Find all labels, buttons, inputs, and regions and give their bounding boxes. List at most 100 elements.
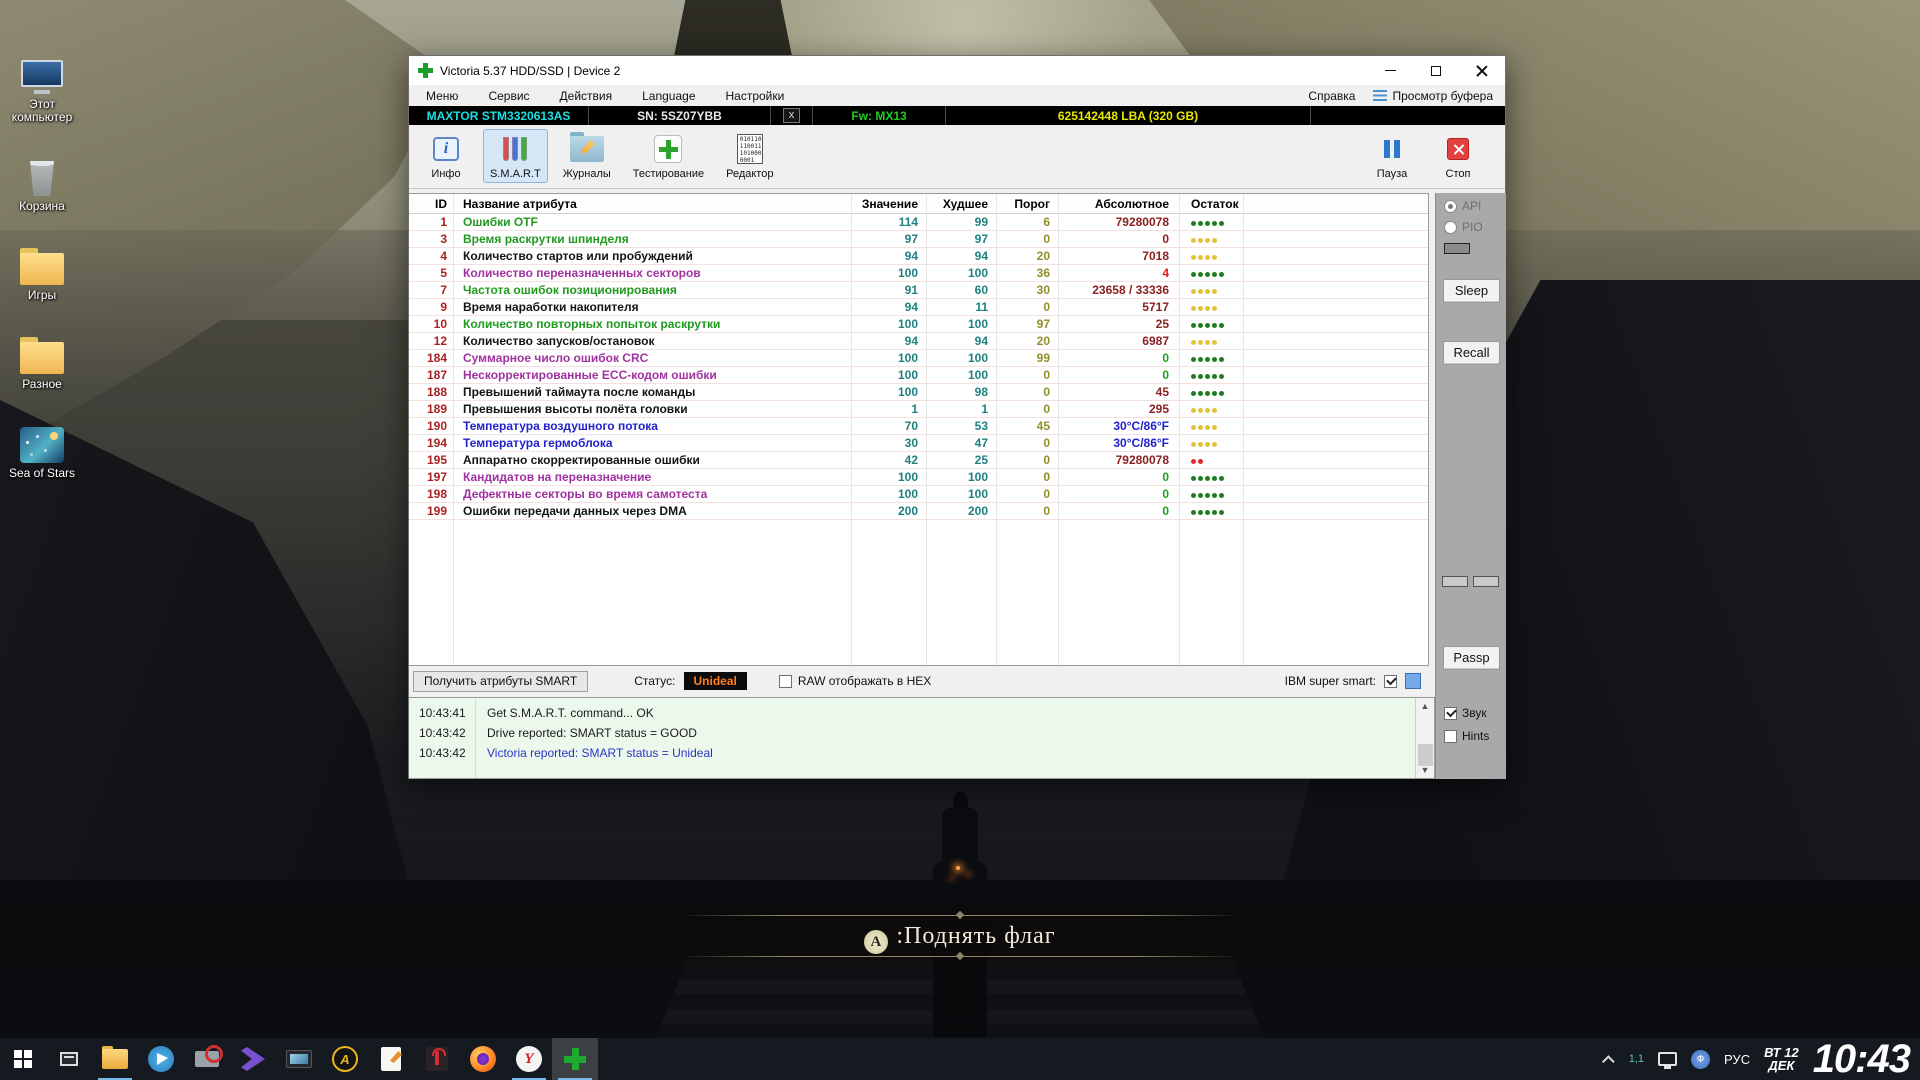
smart-attributes-table[interactable]: IDНазвание атрибутаЗначениеХудшееПорогАб… [409, 193, 1429, 666]
title-bar[interactable]: Victoria 5.37 HDD/SSD | Device 2 [409, 56, 1505, 85]
table-row-4[interactable]: 4Количество стартов или пробуждений94942… [409, 248, 1428, 265]
health-dots [1191, 488, 1224, 503]
attr-raw: 0 [1058, 486, 1179, 502]
scroll-down-icon[interactable]: ▼ [1416, 762, 1434, 778]
taskbar-button-telegram[interactable] [138, 1038, 184, 1080]
raw-hex-checkbox[interactable]: RAW отображать в HEX [779, 674, 931, 688]
toolbar-button-smart[interactable]: S.M.A.R.T [483, 129, 548, 183]
radio-api[interactable]: API [1444, 199, 1481, 213]
display-tray-icon[interactable] [1658, 1052, 1677, 1066]
toolbar-button-pause[interactable]: Пауза [1363, 129, 1421, 183]
table-row-1[interactable]: 1Ошибки OTF11499679280078 [409, 214, 1428, 231]
toolbar-button-stop[interactable]: Стоп [1429, 129, 1487, 183]
desktop-icon-3[interactable]: Разное [2, 330, 82, 391]
radio-api-dot[interactable] [1444, 200, 1457, 213]
taskbar-button-file-explorer[interactable] [92, 1038, 138, 1080]
tray-date[interactable]: ВТ 12 ДЕК [1764, 1046, 1799, 1072]
tray-badge[interactable]: 1,1 [1629, 1053, 1644, 1065]
maximize-button[interactable] [1413, 56, 1459, 85]
log-scrollbar[interactable]: ▲ ▼ [1415, 698, 1434, 778]
taskbar-button-yandex-browser[interactable]: Y [506, 1038, 552, 1080]
menu-buffer-view[interactable]: Просмотр буфера [1373, 89, 1505, 103]
taskbar-button-task-view[interactable] [46, 1038, 92, 1080]
taskbar-button-firefox[interactable] [460, 1038, 506, 1080]
ibm-checkbox-box[interactable] [1384, 675, 1397, 688]
taskbar-button-daemon-tools[interactable]: A [322, 1038, 368, 1080]
recall-button[interactable]: Recall [1443, 341, 1500, 365]
menu-help[interactable]: Справка [1291, 89, 1373, 103]
attr-worst: 1 [926, 401, 996, 417]
tray-clock[interactable]: 10:43 [1813, 1037, 1910, 1080]
taskbar-button-kmplayer[interactable] [230, 1038, 276, 1080]
folder-icon [20, 253, 64, 285]
minimize-button[interactable] [1367, 56, 1413, 85]
taskbar-button-notes[interactable] [368, 1038, 414, 1080]
table-row-195[interactable]: 195Аппаратно скорректированные ошибки422… [409, 452, 1428, 469]
ibm-super-smart[interactable]: IBM super smart: [1285, 673, 1421, 689]
hints-checkbox-box[interactable] [1444, 730, 1457, 743]
table-row-197[interactable]: 197Кандидатов на переназначение10010000 [409, 469, 1428, 486]
taskbar-button-signal-tower[interactable] [414, 1038, 460, 1080]
taskbar-button-start[interactable] [0, 1038, 46, 1080]
taskbar-button-input-block[interactable] [184, 1038, 230, 1080]
attr-value: 100 [851, 384, 926, 400]
table-header[interactable]: IDНазвание атрибутаЗначениеХудшееПорогАб… [409, 194, 1428, 214]
taskbar-button-victoria[interactable] [552, 1038, 598, 1080]
table-row-9[interactable]: 9Время наработки накопителя941105717 [409, 299, 1428, 316]
sleep-button[interactable]: Sleep [1443, 279, 1500, 303]
toolbar-button-test[interactable]: Тестирование [626, 129, 711, 183]
get-smart-attributes-button[interactable]: Получить атрибуты SMART [413, 671, 588, 692]
taskbar-button-display-capture[interactable] [276, 1038, 322, 1080]
drive-bar-filler [1311, 106, 1505, 125]
table-row-5[interactable]: 5Количество переназначенных секторов1001… [409, 265, 1428, 282]
table-row-188[interactable]: 188Превышений таймаута после команды1009… [409, 384, 1428, 401]
toolbar-button-logs[interactable]: Журналы [556, 129, 618, 183]
game-prompt-banner: A:Поднять флаг [0, 903, 1920, 969]
toolbar-button-info[interactable]: iИнфо [417, 129, 475, 183]
table-row-187[interactable]: 187Нескорректированные ECC-кодом ошибки1… [409, 367, 1428, 384]
table-row-194[interactable]: 194Температура гермоблока3047030°C/86°F [409, 435, 1428, 452]
table-row-199[interactable]: 199Ошибки передачи данных через DMA20020… [409, 503, 1428, 520]
mini-button-1[interactable] [1442, 576, 1468, 587]
scroll-up-icon[interactable]: ▲ [1416, 698, 1434, 714]
menu-item[interactable]: Language [627, 89, 710, 103]
close-button[interactable] [1459, 56, 1505, 85]
desktop-icon-4[interactable]: Sea of Stars [2, 419, 82, 480]
language-indicator[interactable]: РУС [1724, 1052, 1750, 1067]
hints-checkbox[interactable]: Hints [1444, 729, 1489, 743]
menu-item[interactable]: Настройки [711, 89, 800, 103]
attr-value: 91 [851, 282, 926, 298]
desktop-icon-1[interactable]: Корзина [2, 152, 82, 213]
sound-checkbox[interactable]: Звук [1444, 706, 1487, 720]
table-row-184[interactable]: 184Суммарное число ошибок CRC100100990 [409, 350, 1428, 367]
table-row-3[interactable]: 3Время раскрутки шпинделя979700 [409, 231, 1428, 248]
menu-item[interactable]: Действия [545, 89, 628, 103]
menu-item[interactable]: Меню [409, 89, 473, 103]
table-row-190[interactable]: 190Температура воздушного потока70534530… [409, 418, 1428, 435]
blue-app-tray-icon[interactable]: Ф [1691, 1050, 1710, 1069]
table-row-189[interactable]: 189Превышения высоты полёта головки11029… [409, 401, 1428, 418]
table-row-198[interactable]: 198Дефектные секторы во время самотеста1… [409, 486, 1428, 503]
drive-bar-close-button[interactable]: x [771, 106, 813, 125]
mini-buttons[interactable] [1442, 576, 1499, 587]
drive-model[interactable]: MAXTOR STM3320613AS [409, 106, 589, 125]
desktop-icon-2[interactable]: Игры [2, 241, 82, 302]
passp-button[interactable]: Passp [1443, 646, 1500, 670]
color-swatch-button[interactable] [1405, 673, 1421, 689]
table-row-7[interactable]: 7Частота ошибок позиционирования91603023… [409, 282, 1428, 299]
sound-checkbox-box[interactable] [1444, 707, 1457, 720]
raw-hex-checkbox-box[interactable] [779, 675, 792, 688]
desktop-icon-0[interactable]: Этот компьютер [2, 50, 82, 124]
log-panel[interactable]: 10:43:41 Get S.M.A.R.T. command... OK 10… [409, 697, 1435, 779]
menu-item[interactable]: Сервис [473, 89, 544, 103]
toolbar-button-editor[interactable]: 010110 110011 101000 0001Редактор [719, 129, 780, 183]
table-row-12[interactable]: 12Количество запусков/остановок949420698… [409, 333, 1428, 350]
radio-pio-dot[interactable] [1444, 221, 1457, 234]
table-row-10[interactable]: 10Количество повторных попыток раскрутки… [409, 316, 1428, 333]
attr-name: Аппаратно скорректированные ошибки [453, 452, 851, 468]
radio-pio[interactable]: PIO [1444, 220, 1483, 234]
attr-threshold: 0 [996, 486, 1058, 502]
mini-button-2[interactable] [1473, 576, 1499, 587]
attr-raw: 30°C/86°F [1058, 435, 1179, 451]
tray-overflow-chevron-icon[interactable] [1602, 1055, 1615, 1068]
